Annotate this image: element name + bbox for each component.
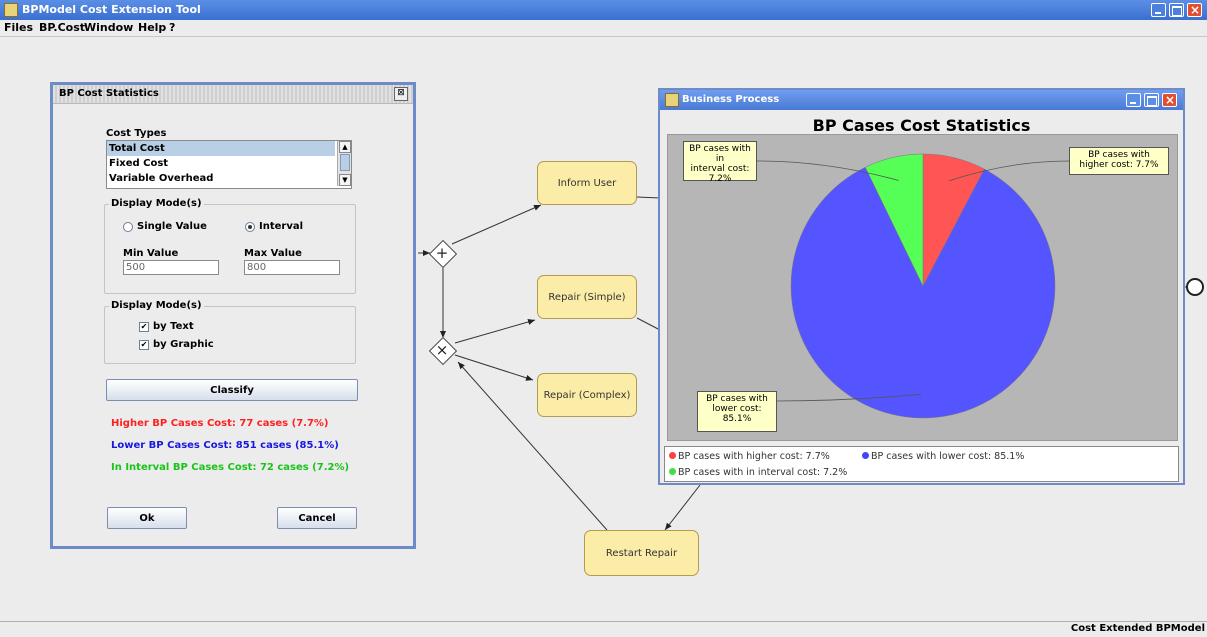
scroll-up-icon[interactable]: ▲	[339, 141, 351, 153]
single-value-radio[interactable]	[123, 222, 133, 232]
minimize-icon[interactable]	[1126, 93, 1141, 107]
task-label: Repair (Simple)	[548, 291, 626, 303]
task-label: Restart Repair	[605, 547, 678, 559]
lower-cost-result: Lower BP Cases Cost: 851 cases (85.1%)	[111, 440, 339, 451]
cost-types-label: Cost Types	[106, 128, 167, 139]
scroll-thumb[interactable]	[340, 154, 350, 171]
callout-line: 7.2%	[708, 174, 732, 184]
cost-types-list[interactable]: Total Cost Fixed Cost Variable Overhead …	[106, 140, 352, 189]
callout-line: BP cases with	[706, 394, 768, 404]
task-label: Inform User	[557, 177, 617, 189]
cancel-button[interactable]: Cancel	[277, 507, 357, 529]
legend-item-higher: BP cases with higher cost: 7.7%	[669, 451, 830, 462]
chart-legend: BP cases with higher cost: 7.7% BP cases…	[664, 446, 1179, 482]
task-inform-user[interactable]: Inform User	[537, 161, 637, 205]
business-process-window: Business Process × BP Cases Cost Statist…	[658, 88, 1185, 485]
legend-item-lower: BP cases with lower cost: 85.1%	[862, 451, 1024, 462]
cancel-button-label: Cancel	[298, 512, 336, 524]
callout-line: higher cost: 7.7%	[1079, 160, 1159, 170]
list-item[interactable]: Total Cost	[107, 141, 335, 156]
maximize-icon[interactable]	[1144, 93, 1159, 107]
legend-swatch	[669, 452, 676, 459]
callout-line: BP cases with	[1088, 150, 1150, 160]
max-value-field[interactable]: 800	[244, 260, 340, 275]
interval-cost-result: In Interval BP Cases Cost: 72 cases (7.2…	[111, 462, 350, 473]
ok-button-label: Ok	[139, 512, 155, 524]
pie-plot-area: BP cases with in interval cost: 7.2% BP …	[667, 134, 1178, 441]
display-mode-legend: Display Mode(s)	[109, 198, 204, 209]
interval-label: Interval	[259, 221, 304, 232]
classify-button[interactable]: Classify	[106, 379, 358, 401]
callout-line: 85.1%	[722, 414, 752, 424]
callout-lower: BP cases with lower cost: 85.1%	[697, 391, 777, 432]
list-item[interactable]: Fixed Cost	[107, 156, 335, 171]
callout-higher: BP cases with higher cost: 7.7%	[1069, 147, 1169, 175]
by-graphic-label: by Graphic	[153, 339, 214, 350]
chart-title: BP Cases Cost Statistics	[812, 116, 1031, 135]
status-text: Cost Extended BPModel	[1070, 623, 1205, 634]
single-value-label: Single Value	[137, 221, 207, 232]
close-icon[interactable]: ×	[1162, 93, 1177, 107]
ok-button[interactable]: Ok	[107, 507, 187, 529]
status-bar: Cost Extended BPModel	[0, 621, 1207, 637]
list-item[interactable]: Variable Overhead	[107, 171, 335, 186]
callout-line: interval cost:	[690, 164, 750, 174]
legend-label: BP cases with lower cost: 85.1%	[871, 451, 1025, 462]
window-icon	[665, 93, 679, 107]
legend-swatch	[669, 468, 676, 475]
scroll-down-icon[interactable]: ▼	[339, 174, 351, 186]
callout-interval: BP cases with in interval cost: 7.2%	[683, 141, 757, 184]
min-value-field[interactable]: 500	[123, 260, 219, 275]
bp-window-title: Business Process	[682, 94, 780, 105]
display-mode-legend: Display Mode(s)	[109, 300, 204, 311]
dialog-close-icon[interactable]: ⊠	[394, 87, 408, 101]
legend-swatch	[862, 452, 869, 459]
task-repair-complex[interactable]: Repair (Complex)	[537, 373, 637, 417]
by-text-label: by Text	[153, 321, 194, 332]
legend-label: BP cases with higher cost: 7.7%	[678, 451, 830, 462]
task-restart-repair[interactable]: Restart Repair	[584, 530, 699, 576]
task-repair-simple[interactable]: Repair (Simple)	[537, 275, 637, 319]
cost-statistics-dialog: BP Cost Statistics ⊠ Cost Types Total Co…	[50, 82, 416, 549]
legend-item-interval: BP cases with in interval cost: 7.2%	[669, 467, 847, 478]
higher-cost-result: Higher BP Cases Cost: 77 cases (7.7%)	[111, 418, 329, 429]
x-icon: ×	[435, 341, 449, 359]
display-mode-output-group	[104, 306, 356, 364]
by-text-checkbox[interactable]: ✔	[139, 322, 149, 332]
end-event[interactable]	[1186, 278, 1204, 296]
bp-window-title-bar[interactable]: Business Process ×	[660, 90, 1183, 110]
callout-line: lower cost:	[712, 404, 762, 414]
dialog-title-bar[interactable]: BP Cost Statistics ⊠	[53, 85, 413, 104]
interval-radio[interactable]	[245, 222, 255, 232]
dialog-title: BP Cost Statistics	[59, 88, 159, 99]
callout-line: BP cases with in	[689, 144, 751, 164]
max-value-label: Max Value	[244, 248, 302, 259]
legend-label: BP cases with in interval cost: 7.2%	[678, 467, 848, 478]
list-scrollbar[interactable]: ▲ ▼	[337, 141, 351, 186]
classify-button-label: Classify	[210, 384, 254, 396]
min-value-label: Min Value	[123, 248, 179, 259]
by-graphic-checkbox[interactable]: ✔	[139, 340, 149, 350]
task-label: Repair (Complex)	[543, 389, 631, 401]
plus-icon: +	[435, 244, 449, 262]
